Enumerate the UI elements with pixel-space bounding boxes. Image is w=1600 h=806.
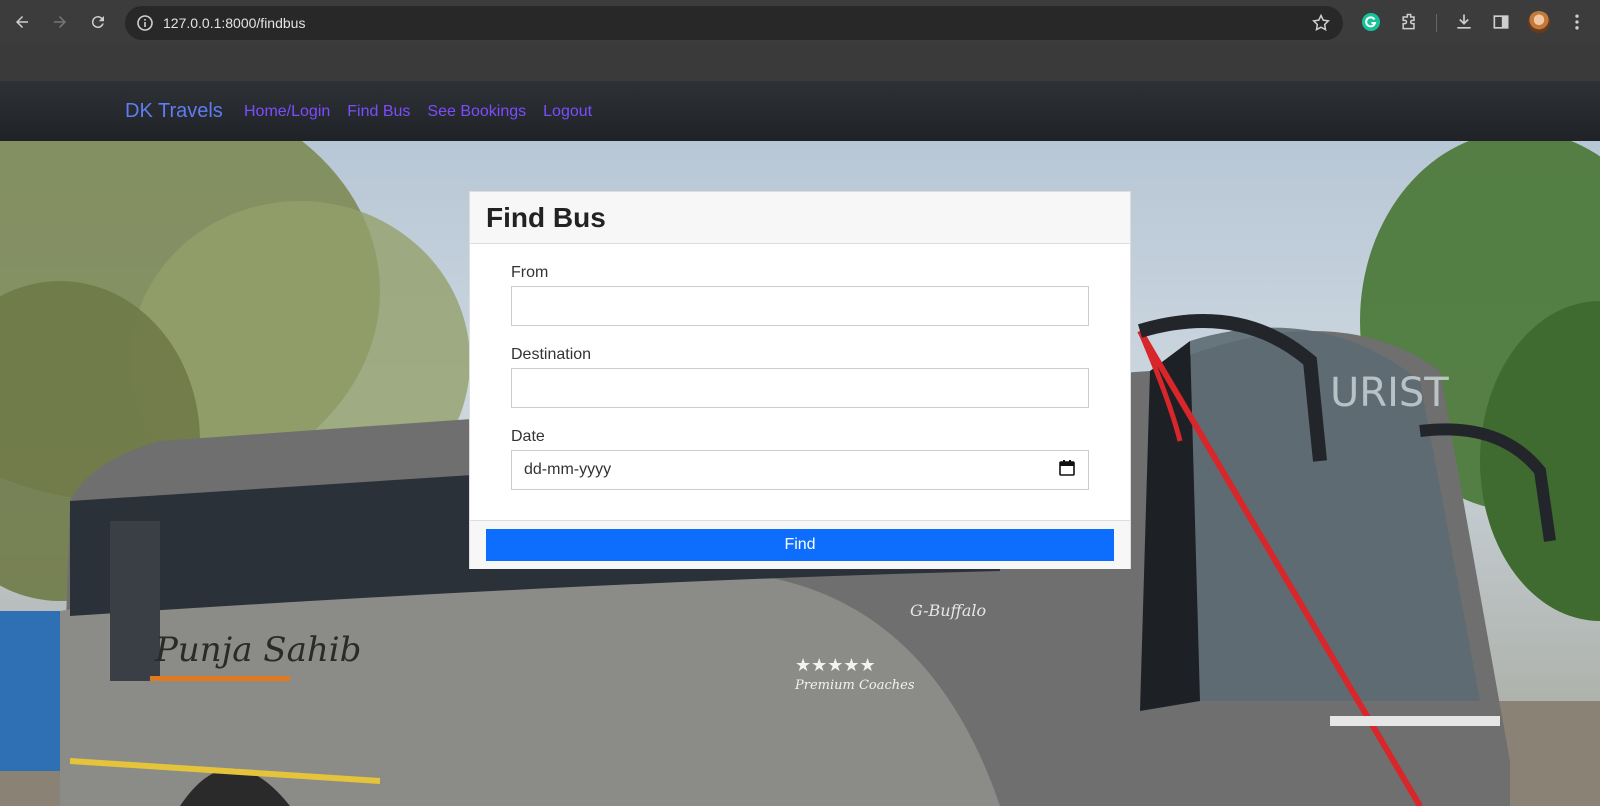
address-bar[interactable]: 127.0.0.1:8000/findbus	[125, 6, 1343, 40]
card-header: Find Bus	[470, 192, 1130, 244]
date-label: Date	[511, 428, 545, 445]
calendar-icon[interactable]	[1058, 459, 1076, 482]
menu-icon[interactable]	[1566, 11, 1588, 33]
profile-avatar[interactable]	[1528, 11, 1550, 33]
nav-link-logout[interactable]: Logout	[543, 103, 592, 121]
bus-name-decal: Punja Sahib	[154, 630, 361, 670]
nav-link-find-bus[interactable]: Find Bus	[347, 103, 410, 121]
bus-badge-decal: Premium Coaches	[794, 678, 915, 693]
toolbar-divider	[1436, 14, 1437, 32]
extensions-icon[interactable]	[1398, 11, 1420, 33]
destination-label: Destination	[511, 346, 592, 363]
bookmark-star-icon[interactable]	[1311, 13, 1331, 33]
reload-icon[interactable]	[86, 10, 110, 34]
site-navbar: DK Travels Home/Login Find Bus See Booki…	[0, 81, 1600, 141]
bus-model-decal: G-Buffalo	[910, 601, 986, 620]
brand-link[interactable]: DK Travels	[125, 100, 223, 123]
back-icon[interactable]	[10, 10, 34, 34]
grammarly-icon[interactable]	[1360, 11, 1382, 33]
site-info-icon[interactable]	[135, 13, 155, 33]
windshield-text: URIST	[1330, 370, 1449, 416]
destination-input[interactable]	[511, 368, 1089, 408]
from-input[interactable]	[511, 286, 1089, 326]
find-button[interactable]: Find	[486, 529, 1114, 561]
date-input[interactable]: dd-mm-yyyy	[511, 450, 1089, 490]
forward-icon[interactable]	[48, 10, 72, 34]
browser-tabstrip-area	[0, 44, 1600, 81]
nav-link-home-login[interactable]: Home/Login	[244, 103, 330, 121]
nav-links: Home/Login Find Bus See Bookings Logout	[244, 103, 592, 121]
card-footer: Find	[470, 520, 1130, 569]
find-bus-form: From Destination Date dd-mm-yyyy	[470, 244, 1130, 490]
side-panel-icon[interactable]	[1490, 11, 1512, 33]
find-bus-card: Find Bus From Destination Date dd-mm-yyy…	[469, 191, 1131, 569]
download-icon[interactable]	[1453, 11, 1475, 33]
bus-stars-decal: ★★★★★	[795, 655, 876, 676]
from-label: From	[511, 264, 549, 281]
date-placeholder: dd-mm-yyyy	[524, 461, 612, 478]
browser-toolbar: 127.0.0.1:8000/findbus	[0, 0, 1600, 44]
url-text[interactable]: 127.0.0.1:8000/findbus	[163, 15, 305, 31]
nav-link-see-bookings[interactable]: See Bookings	[427, 103, 526, 121]
page-title: Find Bus	[486, 202, 606, 233]
